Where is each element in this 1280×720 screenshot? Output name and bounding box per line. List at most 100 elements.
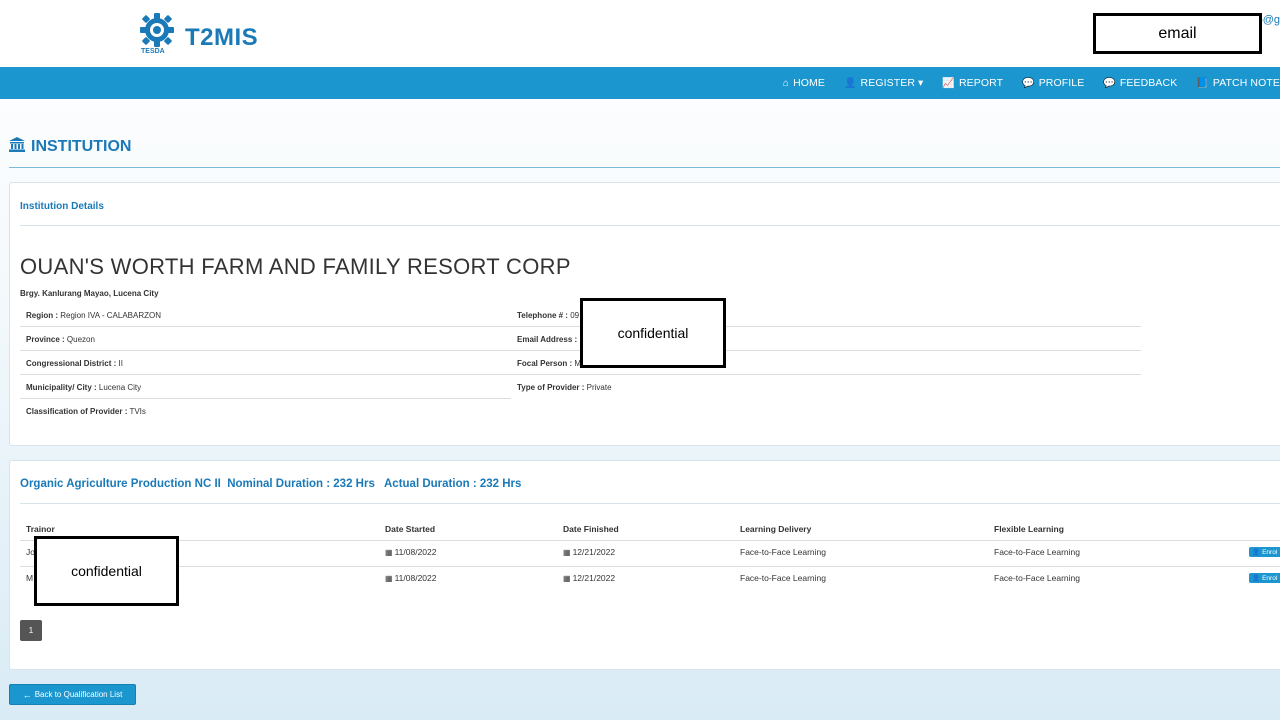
date-finished-cell: ▦ 12/21/2022: [563, 573, 615, 583]
institution-address: Brgy. Kanlurang Mayao, Lucena City: [20, 289, 159, 298]
province-value: Quezon: [64, 335, 95, 344]
institution-details-heading: Institution Details: [20, 201, 104, 212]
telephone-label: Telephone # :: [517, 311, 568, 320]
provider-type-label: Type of Provider :: [517, 383, 585, 392]
calendar-icon: ▦: [385, 574, 393, 583]
provider-type-value: Private: [584, 383, 612, 392]
arrow-left-icon: ←: [22, 689, 32, 700]
page-title-text: INSTITUTION: [31, 137, 132, 155]
nav-profile[interactable]: 💬 PROFILE: [1022, 77, 1084, 89]
enrol-button[interactable]: 👤 Enrol: [1249, 547, 1280, 557]
chart-line-icon: 📈: [942, 77, 955, 89]
row-divider: [20, 398, 511, 399]
book-icon: 📘: [1196, 77, 1209, 89]
nav-patch-notes-label: PATCH NOTE: [1212, 77, 1280, 89]
region-value: Region IVA - CALABARZON: [58, 311, 161, 320]
enrol-button-label: Enrol: [1262, 574, 1278, 582]
email-label: Email Address :: [517, 335, 578, 344]
calendar-icon: ▦: [563, 548, 571, 557]
home-icon: ⌂: [782, 77, 790, 89]
add-user-icon: 👤: [843, 77, 857, 89]
flexible-learning-cell: Face-to-Face Learning: [994, 573, 1080, 583]
calendar-icon: ▦: [385, 548, 393, 557]
add-user-icon: 👤: [1252, 549, 1261, 556]
confidential-redaction-box: confidential: [34, 536, 179, 606]
col-header-learning-delivery: Learning Delivery: [740, 524, 812, 534]
date-started-text: 11/08/2022: [394, 547, 437, 557]
district-label: Congressional District :: [26, 359, 117, 368]
field-classification: Classification of Provider : TVIs: [26, 407, 146, 416]
date-started-text: 11/08/2022: [394, 573, 437, 583]
nav-feedback-label: FEEDBACK: [1119, 77, 1178, 89]
row-divider: [20, 374, 511, 375]
pagination-page-1[interactable]: 1: [20, 620, 42, 641]
nav-register-label: REGISTER ▾: [860, 77, 924, 89]
row-divider: [20, 350, 511, 351]
nav-menu: ⌂ HOME 👤 REGISTER ▾ 📈 REPORT 💬 PROFILE 💬…: [764, 67, 1280, 99]
field-district: Congressional District : II: [26, 359, 123, 368]
back-to-qualification-list-button[interactable]: ← Back to Qualification List: [9, 684, 136, 705]
telephone-value: 09: [567, 311, 580, 320]
col-header-date-started: Date Started: [385, 524, 436, 534]
app-logo[interactable]: TESDA T2MIS: [137, 12, 258, 58]
calendar-icon: ▦: [563, 574, 571, 583]
field-focal-person: Focal Person : M: [517, 359, 581, 368]
field-region: Region : Region IVA - CALABARZON: [26, 311, 161, 320]
tesda-logo-icon: TESDA: [137, 12, 177, 58]
col-header-flexible-learning: Flexible Learning: [994, 524, 1064, 534]
institution-name: OUAN'S WORTH FARM AND FAMILY RESORT CORP: [20, 254, 571, 279]
classification-value: TVIs: [127, 407, 146, 416]
field-email: Email Address :: [517, 335, 577, 344]
date-started-cell: ▦ 11/08/2022: [385, 547, 436, 557]
page-title: INSTITUTION: [9, 137, 131, 156]
nav-report[interactable]: 📈 REPORT: [942, 77, 1003, 89]
trainor-cell: M: [26, 573, 34, 583]
nav-home-label: HOME: [793, 77, 825, 89]
flexible-learning-cell: Face-to-Face Learning: [994, 547, 1080, 557]
app-title: T2MIS: [185, 24, 259, 51]
institution-icon: [9, 137, 25, 156]
date-started-cell: ▦ 11/08/2022: [385, 573, 436, 583]
qualification-heading: Organic Agriculture Production NC II Nom…: [20, 478, 522, 490]
date-finished-text: 12/21/2022: [572, 573, 616, 583]
confidential-redaction-box: confidential: [580, 298, 726, 368]
learning-delivery-cell: Face-to-Face Learning: [740, 547, 826, 557]
chat-icon: 💬: [1103, 77, 1116, 89]
row-divider: [511, 374, 1141, 375]
nav-feedback[interactable]: 💬 FEEDBACK: [1103, 77, 1177, 89]
app-header: TESDA T2MIS p@g email: [0, 0, 1280, 67]
logo-caption: TESDA: [141, 48, 165, 55]
row-divider: [20, 326, 511, 327]
row-divider: [20, 566, 1280, 567]
focal-label: Focal Person :: [517, 359, 573, 368]
nav-patch-notes[interactable]: 📘 PATCH NOTE: [1196, 77, 1280, 89]
nav-report-label: REPORT: [958, 77, 1004, 89]
col-header-date-finished: Date Finished: [563, 524, 619, 534]
header-divider: [20, 540, 1280, 541]
title-divider: [9, 167, 1280, 168]
back-button-label: Back to Qualification List: [34, 690, 123, 699]
field-provider-type: Type of Provider : Private: [517, 383, 612, 392]
field-province: Province : Quezon: [26, 335, 95, 344]
classification-label: Classification of Provider :: [26, 407, 128, 416]
nav-register[interactable]: 👤 REGISTER ▾: [844, 77, 923, 89]
enrol-button-label: Enrol: [1262, 548, 1278, 556]
col-header-trainor: Trainor: [26, 524, 55, 534]
municipality-value: Lucena City: [96, 383, 142, 392]
nav-home[interactable]: ⌂ HOME: [783, 77, 825, 89]
email-redaction-box: email: [1093, 13, 1262, 54]
nav-profile-label: PROFILE: [1038, 77, 1085, 89]
field-municipality: Municipality/ City : Lucena City: [26, 383, 141, 392]
learning-delivery-cell: Face-to-Face Learning: [740, 573, 826, 583]
main-navbar: ⌂ HOME 👤 REGISTER ▾ 📈 REPORT 💬 PROFILE 💬…: [0, 67, 1280, 99]
field-telephone: Telephone # : 09: [517, 311, 579, 320]
enrol-button[interactable]: 👤 Enrol: [1249, 573, 1280, 583]
district-value: II: [116, 359, 123, 368]
add-user-icon: 👤: [1252, 575, 1261, 582]
region-label: Region :: [26, 311, 58, 320]
qualification-panel: Organic Agriculture Production NC II Nom…: [9, 460, 1280, 670]
chat-icon: 💬: [1022, 77, 1035, 89]
panel-divider: [20, 503, 1280, 504]
municipality-label: Municipality/ City :: [26, 383, 97, 392]
date-finished-text: 12/21/2022: [572, 547, 616, 557]
